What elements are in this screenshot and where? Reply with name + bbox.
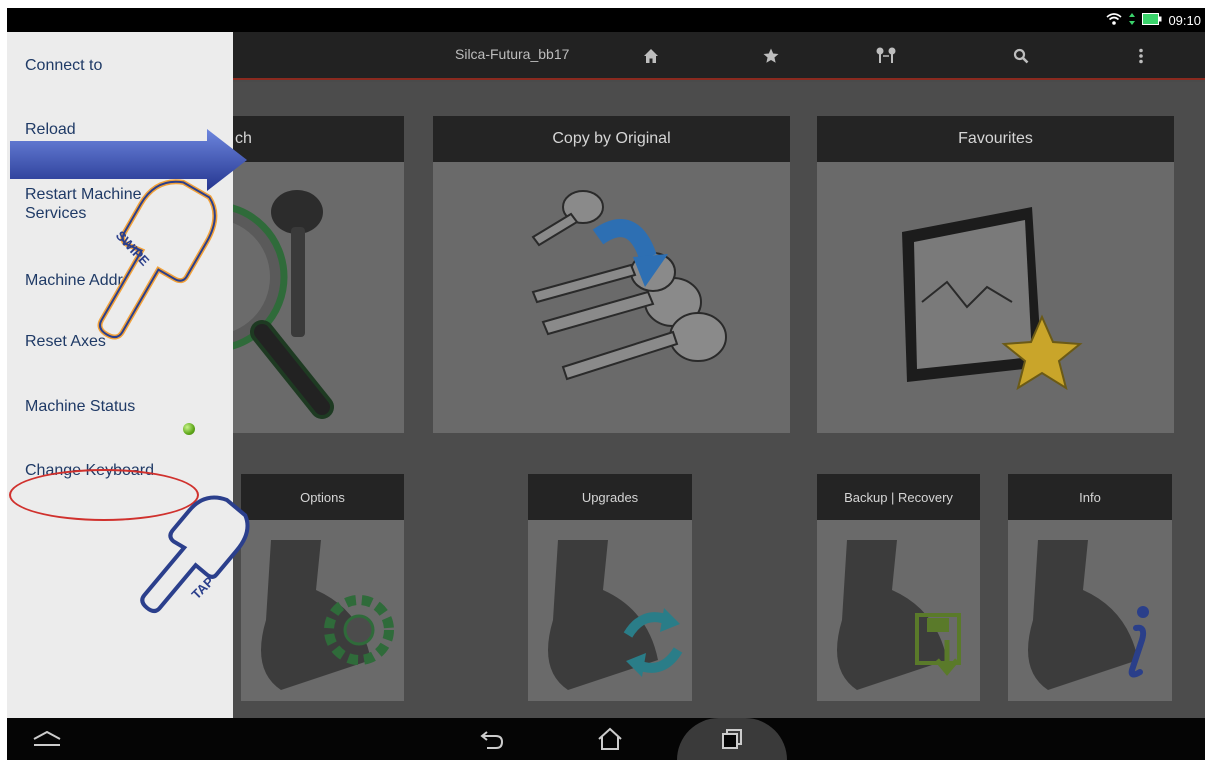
swipe-arrow-icon <box>10 129 247 191</box>
tutorial-overlay: SWIPE TAP <box>10 129 250 614</box>
tap-hand-icon <box>140 495 250 614</box>
swipe-hand-icon <box>97 179 218 340</box>
tablet-screen: 09:10 Silca-Futura_bb17 ch Copy by Origi… <box>7 8 1205 760</box>
